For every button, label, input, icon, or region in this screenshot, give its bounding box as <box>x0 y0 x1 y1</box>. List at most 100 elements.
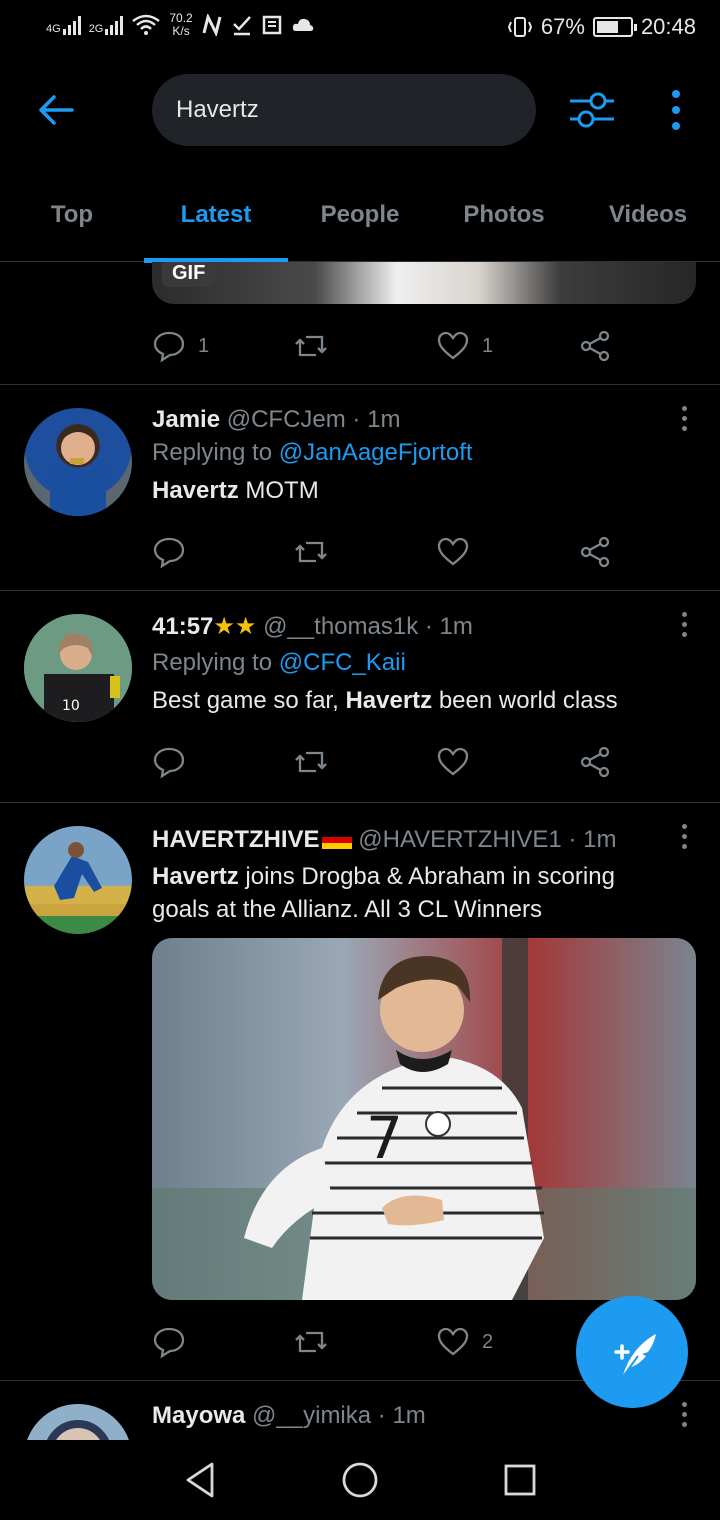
search-filter-icon[interactable] <box>566 86 618 134</box>
reply-count: 1 <box>198 334 210 357</box>
clock: 20:48 <box>640 14 696 39</box>
like-button[interactable]: 2 <box>436 1322 493 1362</box>
tab-videos[interactable]: Videos <box>576 176 720 262</box>
search-input[interactable]: Havertz <box>152 74 536 146</box>
display-name[interactable]: Jamie <box>152 406 220 433</box>
tweet-feed: GIF 1 1 Jamie @CFCJem · 1m Replying to @… <box>0 262 720 1440</box>
heart-icon <box>437 1327 469 1356</box>
mention-link[interactable]: @CFC_Kaii <box>279 649 406 676</box>
news-icon <box>262 15 281 35</box>
retweet-icon <box>295 751 327 773</box>
tweet-more-icon[interactable] <box>678 406 690 436</box>
retweet-icon <box>295 1331 327 1353</box>
reply-button[interactable] <box>152 1322 186 1362</box>
tweet-item[interactable]: HAVERTZHIVE @HAVERTZHIVE1 · 1m Havertz j… <box>0 802 720 1380</box>
avatar[interactable] <box>24 1404 132 1440</box>
tab-people[interactable]: People <box>288 176 432 262</box>
share-button[interactable] <box>578 532 612 572</box>
avatar[interactable]: 10 <box>24 614 132 722</box>
replying-to: Replying to @JanAageFjortoft <box>152 439 473 466</box>
tweet-text: Havertz MOTM <box>152 477 319 504</box>
notification-n-icon <box>202 14 222 36</box>
retweet-icon <box>295 541 327 563</box>
download-check-icon <box>232 16 251 36</box>
search-tabs: Top Latest People Photos Videos <box>0 176 720 263</box>
feather-plus-icon <box>614 1334 656 1379</box>
svg-text:10: 10 <box>62 698 80 714</box>
tab-top[interactable]: Top <box>0 176 144 262</box>
signal-2g-icon: 2G <box>89 15 124 35</box>
avatar[interactable] <box>24 826 132 934</box>
share-icon <box>580 330 610 362</box>
handle-time: @HAVERTZHIVE1 · 1m <box>358 826 617 853</box>
retweet-button[interactable] <box>294 742 328 782</box>
like-button[interactable] <box>436 742 470 782</box>
system-nav-bar <box>0 1440 720 1520</box>
handle-time: @CFCJem · 1m <box>226 406 401 433</box>
tweet-more-icon[interactable] <box>678 824 690 854</box>
like-button[interactable] <box>436 532 470 572</box>
battery-percent: 67% <box>540 14 585 39</box>
tweet-actions: 2 <box>152 1322 622 1362</box>
back-arrow-icon[interactable] <box>34 88 78 132</box>
star-emoji: ★★ <box>213 613 257 640</box>
tweet-actions <box>152 742 622 782</box>
retweet-button[interactable] <box>294 1322 328 1362</box>
heart-icon <box>437 747 469 776</box>
compose-tweet-button[interactable] <box>576 1296 688 1408</box>
reply-button[interactable] <box>152 742 186 782</box>
network-speed: 70.2 K/s <box>169 11 193 38</box>
gif-badge: GIF <box>162 262 216 287</box>
share-icon <box>580 536 610 568</box>
overflow-menu-icon[interactable] <box>662 88 690 132</box>
vibrate-icon <box>507 17 532 37</box>
tweet-gif-media[interactable]: GIF <box>152 262 696 304</box>
retweet-button[interactable] <box>294 326 328 366</box>
reply-icon <box>153 537 185 569</box>
svg-text:7: 7 <box>366 1104 403 1172</box>
heart-icon <box>437 537 469 566</box>
cloud-icon <box>292 18 313 31</box>
reply-button[interactable] <box>152 532 186 572</box>
tweet-image[interactable]: 7 <box>152 938 696 1300</box>
replying-to: Replying to @CFC_Kaii <box>152 649 406 676</box>
tweet-more-icon[interactable] <box>678 612 690 642</box>
nav-recents-icon[interactable] <box>498 1458 542 1502</box>
reply-icon <box>153 747 185 779</box>
tweet-item[interactable]: Jamie @CFCJem · 1m Replying to @JanAageF… <box>0 384 720 590</box>
avatar[interactable] <box>24 408 132 516</box>
wifi-icon <box>132 14 161 35</box>
reply-icon <box>153 1327 185 1359</box>
retweet-icon <box>295 335 327 357</box>
tweet-actions: 1 1 <box>152 326 622 366</box>
like-button[interactable]: 1 <box>436 326 493 366</box>
germany-flag-icon <box>321 831 352 849</box>
nav-home-icon[interactable] <box>338 1458 382 1502</box>
tweet-actions <box>152 532 622 572</box>
tweet-header: 41:57★★ @__thomas1k · 1m <box>152 612 473 641</box>
share-button[interactable] <box>578 326 612 366</box>
display-name[interactable]: 41:57 <box>152 613 213 640</box>
share-icon <box>580 746 610 778</box>
tweet-header: Jamie @CFCJem · 1m <box>152 406 400 434</box>
tab-latest[interactable]: Latest <box>144 176 288 263</box>
share-button[interactable] <box>578 742 612 782</box>
status-bar: 4G 2G 70.2 K/s 67% 20:48 <box>0 0 720 56</box>
tweet-text: Best game so far, Havertz been world cla… <box>152 687 618 714</box>
display-name[interactable]: HAVERTZHIVE <box>152 826 320 853</box>
signal-4g-icon: 4G <box>46 15 81 35</box>
tweet-text: Havertz joins Drogba & Abraham in scorin… <box>152 863 615 923</box>
reply-button[interactable]: 1 <box>152 326 209 366</box>
nav-back-icon[interactable] <box>178 1458 222 1502</box>
mention-link[interactable]: @JanAageFjortoft <box>279 439 473 466</box>
retweet-button[interactable] <box>294 532 328 572</box>
tweet-header: HAVERTZHIVE @HAVERTZHIVE1 · 1m <box>152 826 616 854</box>
battery-icon <box>592 17 637 37</box>
like-count: 2 <box>482 1330 494 1353</box>
like-count: 1 <box>482 334 494 357</box>
handle-time: @__yimika · 1m <box>252 1402 426 1429</box>
tweet-item[interactable]: 10 41:57★★ @__thomas1k · 1m Replying to … <box>0 590 720 802</box>
tab-photos[interactable]: Photos <box>432 176 576 262</box>
display-name[interactable]: Mayowa <box>152 1402 245 1429</box>
reply-icon <box>153 331 185 363</box>
